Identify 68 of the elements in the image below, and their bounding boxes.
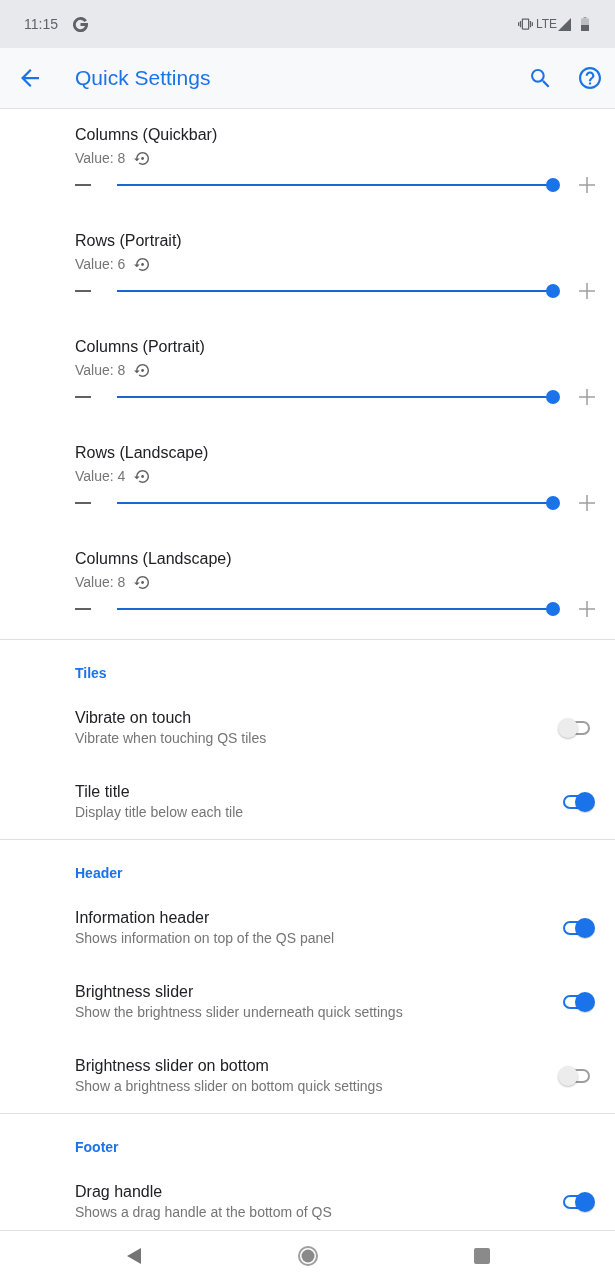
- circular-arrow-icon: [134, 575, 150, 589]
- slider-thumb[interactable]: [546, 602, 560, 616]
- setting-summary: Shows information on top of the QS panel: [75, 929, 335, 948]
- minus-icon: [75, 501, 91, 505]
- circle-home-icon: [297, 1245, 318, 1266]
- minus-icon: [75, 183, 91, 187]
- network-type: LTE: [535, 17, 557, 31]
- setting-title: Brightness slider: [75, 982, 194, 1002]
- minus-icon: [75, 607, 91, 611]
- setting-summary: Show the brightness slider underneath quick settings: [75, 1003, 403, 1022]
- setting-summary: Vibrate when touching QS tiles: [75, 729, 267, 748]
- signal-icon: [558, 17, 571, 31]
- plus-icon: [579, 389, 595, 405]
- slider-track[interactable]: [117, 496, 560, 510]
- slider-thumb[interactable]: [546, 390, 560, 404]
- screen-title: Quick Settings: [75, 66, 211, 90]
- triangle-back-icon: [126, 1247, 141, 1264]
- slider-thumb[interactable]: [546, 178, 560, 192]
- square-recents-icon: [473, 1247, 490, 1264]
- slider-thumb[interactable]: [546, 284, 560, 298]
- slider-track[interactable]: [117, 284, 560, 298]
- section-header: Tiles: [75, 664, 107, 683]
- setting-title: Information header: [75, 908, 210, 928]
- minus-icon: [75, 395, 91, 399]
- section-header: Header: [75, 864, 123, 883]
- setting-title: Columns (Portrait): [75, 337, 205, 357]
- status-time: 11:15: [24, 16, 58, 32]
- setting-value: Value: 8: [75, 150, 126, 166]
- slider-track[interactable]: [117, 390, 560, 404]
- plus-icon: [579, 495, 595, 511]
- back-arrow-icon: [21, 69, 39, 87]
- help-icon: [579, 67, 601, 89]
- plus-icon: [579, 601, 595, 617]
- setting-summary: Shows a drag handle at the bottom of QS: [75, 1203, 332, 1222]
- slider-track[interactable]: [117, 602, 560, 616]
- setting-title: Columns (Quickbar): [75, 125, 218, 145]
- vibrate-icon: [517, 18, 533, 30]
- setting-title: Drag handle: [75, 1182, 163, 1202]
- battery-icon: [581, 17, 589, 31]
- circular-arrow-icon: [134, 469, 150, 483]
- search-icon: [530, 68, 550, 88]
- setting-value: Value: 8: [75, 574, 126, 590]
- minus-icon: [75, 289, 91, 293]
- plus-icon: [579, 283, 595, 299]
- plus-icon: [579, 177, 595, 193]
- section-header: Footer: [75, 1138, 119, 1157]
- setting-title: Tile title: [75, 782, 130, 802]
- setting-value: Value: 4: [75, 468, 126, 484]
- setting-title: Rows (Landscape): [75, 443, 209, 463]
- circular-arrow-icon: [134, 257, 150, 271]
- setting-value: Value: 8: [75, 362, 126, 378]
- setting-title: Vibrate on touch: [75, 708, 192, 728]
- circular-arrow-icon: [134, 363, 150, 377]
- setting-summary: Display title below each tile: [75, 803, 244, 822]
- slider-thumb[interactable]: [546, 496, 560, 510]
- circular-arrow-icon: [134, 151, 150, 165]
- setting-summary: Show a brightness slider on bottom quick settings: [75, 1077, 383, 1096]
- reset-button[interactable]: [134, 151, 150, 165]
- setting-title: Brightness slider on bottom: [75, 1056, 269, 1076]
- slider-track[interactable]: [117, 178, 560, 192]
- reset-button[interactable]: [134, 575, 150, 589]
- setting-title: Columns (Landscape): [75, 549, 232, 569]
- reset-button[interactable]: [134, 363, 150, 377]
- setting-title: Rows (Portrait): [75, 231, 182, 251]
- reset-button[interactable]: [134, 257, 150, 271]
- reset-button[interactable]: [134, 469, 150, 483]
- g-logo-icon: [73, 16, 88, 32]
- setting-value: Value: 6: [75, 256, 126, 272]
